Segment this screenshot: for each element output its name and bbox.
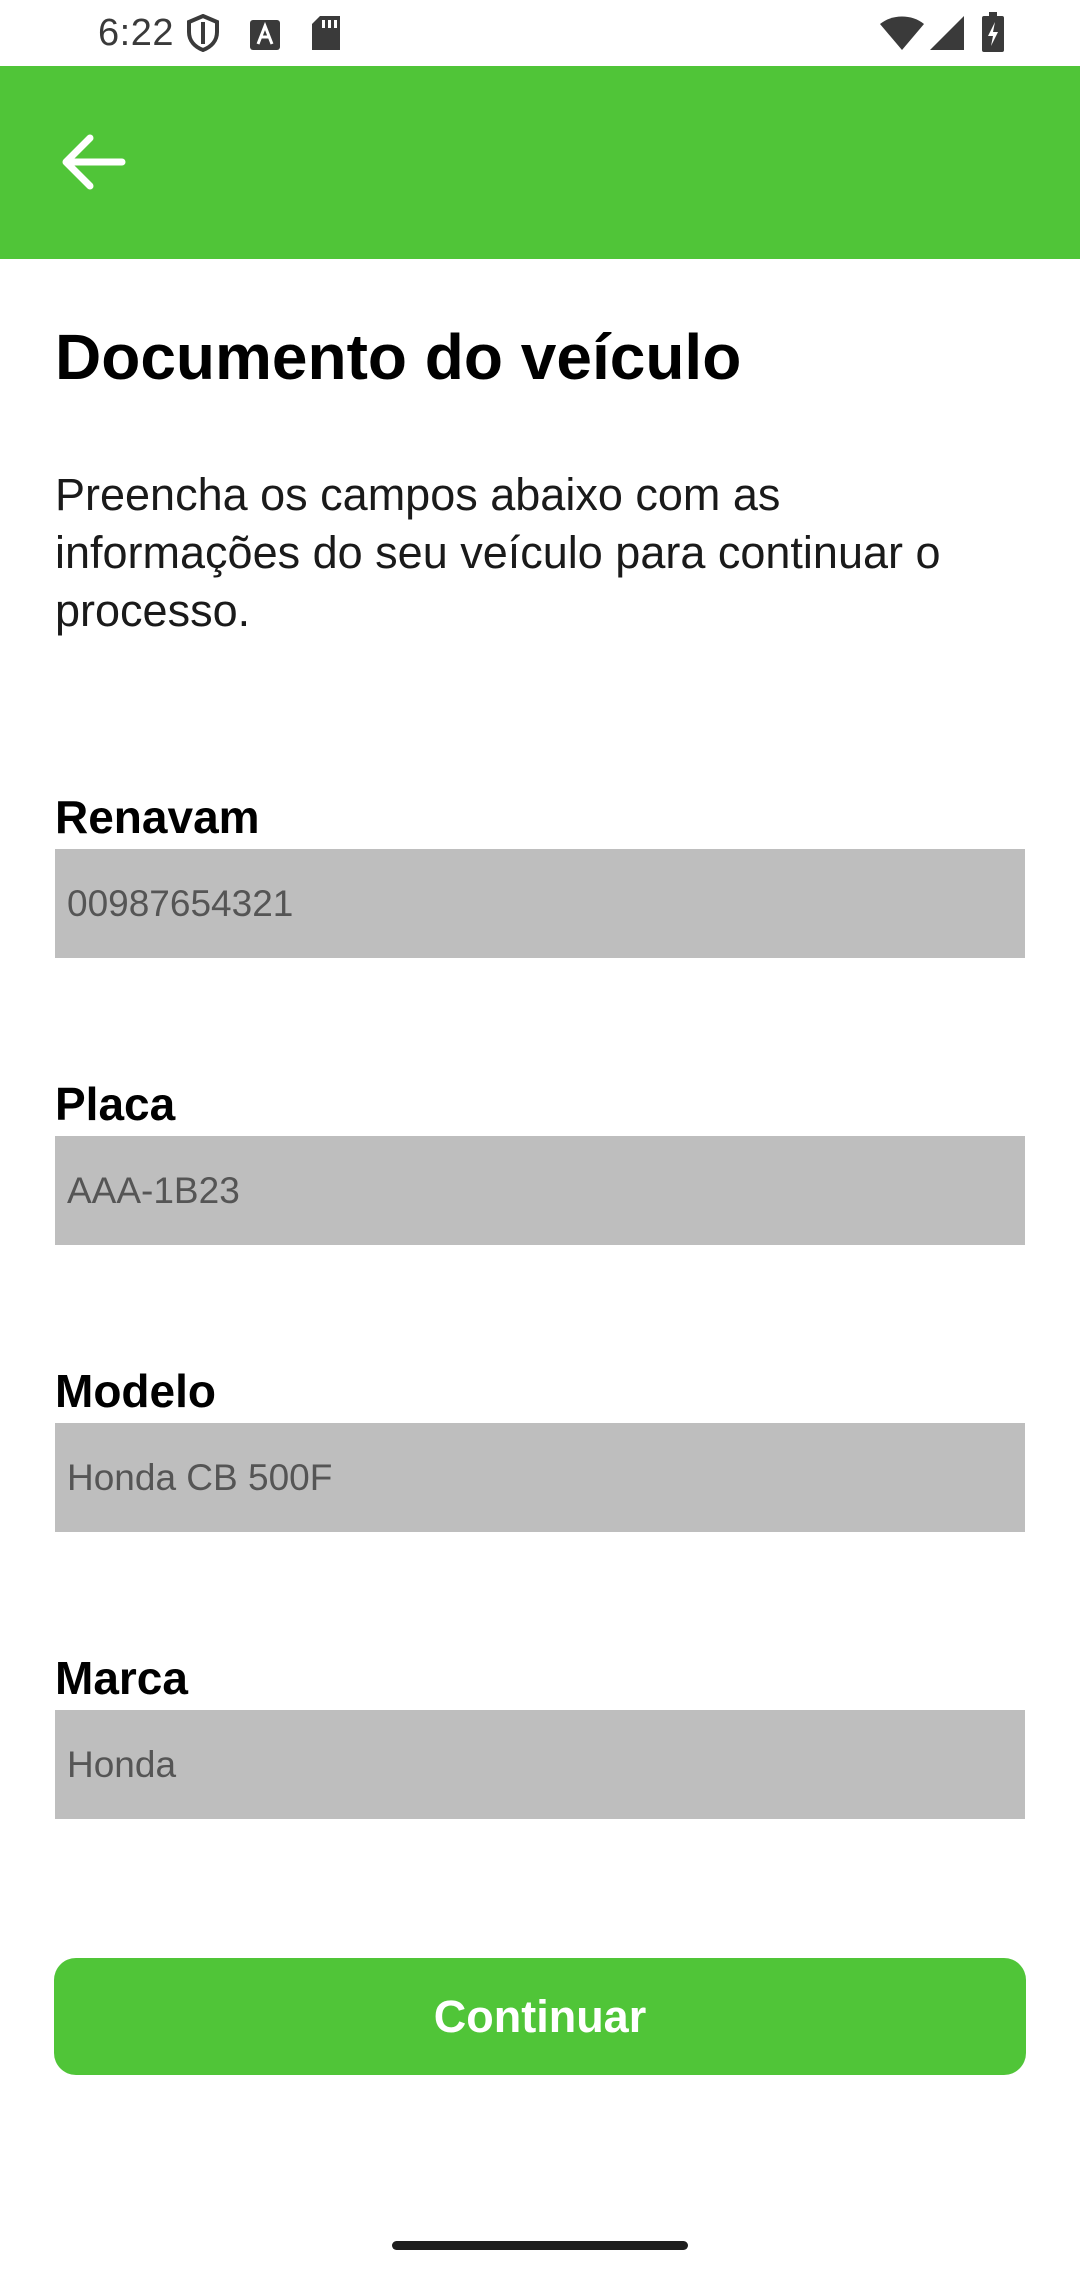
back-button[interactable]: [52, 122, 136, 206]
status-time: 6:22: [98, 12, 174, 54]
continue-button[interactable]: Continuar: [54, 1958, 1026, 2075]
signal-icon: [930, 16, 964, 55]
battery-charging-icon: [982, 12, 1004, 57]
status-bar: 6:22: [0, 0, 1080, 66]
modelo-value: Honda CB 500F: [67, 1456, 333, 1498]
arrow-left-icon: [62, 134, 126, 195]
page-title: Documento do veículo: [55, 321, 742, 393]
screen: 6:22 Documento do veículo Preencha os ca…: [0, 0, 1080, 2280]
modelo-field[interactable]: Honda CB 500F: [55, 1423, 1025, 1532]
renavam-field[interactable]: 00987654321: [55, 849, 1025, 958]
home-indicator[interactable]: [392, 2241, 688, 2250]
text-a-icon: [250, 20, 280, 55]
renavam-value: 00987654321: [67, 882, 294, 924]
marca-value: Honda: [67, 1743, 177, 1785]
renavam-label: Renavam: [55, 791, 260, 843]
modelo-label: Modelo: [55, 1365, 216, 1417]
placa-field[interactable]: AAA-1B23: [55, 1136, 1025, 1245]
app-bar: [0, 66, 1080, 259]
marca-field[interactable]: Honda: [55, 1710, 1025, 1819]
sd-card-icon: [310, 16, 342, 57]
placa-value: AAA-1B23: [67, 1169, 240, 1211]
marca-label: Marca: [55, 1652, 188, 1704]
wifi-icon: [880, 16, 924, 55]
shield-icon: [186, 13, 220, 57]
page-description: Preencha os campos abaixo com as informa…: [55, 469, 941, 636]
continue-button-label: Continuar: [433, 1990, 647, 2042]
placa-label: Placa: [55, 1078, 176, 1130]
